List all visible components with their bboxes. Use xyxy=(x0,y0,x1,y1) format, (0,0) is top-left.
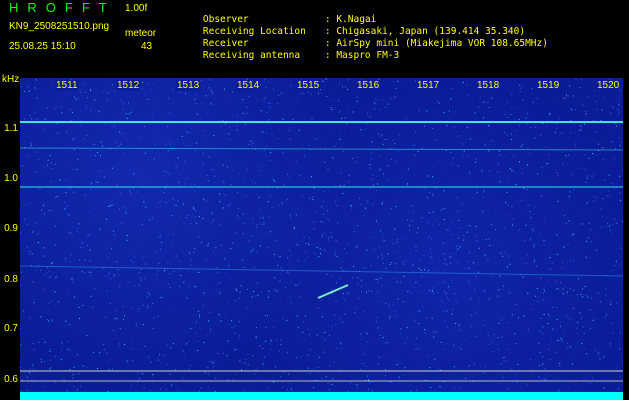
mode-label: meteor xyxy=(125,28,157,39)
x-tick: 1520 xyxy=(596,80,621,91)
header-panel: HROFFT 1.00f KN9_2508251510.png meteor 2… xyxy=(0,0,629,75)
app-name: HROFFT xyxy=(9,0,116,15)
x-tick: 1513 xyxy=(176,80,201,91)
y-tick: 1.0 xyxy=(4,173,18,184)
detection-count: 43 xyxy=(141,41,153,52)
noise-layer xyxy=(20,78,623,393)
x-tick: 1518 xyxy=(476,80,501,91)
y-tick: 1.1 xyxy=(4,123,18,134)
x-tick: 1517 xyxy=(416,80,441,91)
app-version: 1.00f xyxy=(125,3,148,14)
info-key: Receiving antenna xyxy=(202,50,301,61)
plot-right-border xyxy=(623,78,629,400)
file-name: KN9_2508251510.png xyxy=(9,21,110,32)
signal-line xyxy=(20,265,623,277)
bottom-band xyxy=(20,392,623,400)
spectrogram-canvas xyxy=(20,78,623,400)
y-tick: 0.9 xyxy=(4,223,18,234)
x-tick: 1515 xyxy=(296,80,321,91)
info-row-antenna: Receiving antenna : Maspro FM-3 xyxy=(180,39,399,72)
x-tick: 1512 xyxy=(116,80,141,91)
y-tick: 0.8 xyxy=(4,274,18,285)
x-tick: 1511 xyxy=(55,80,79,91)
y-tick: 0.6 xyxy=(4,374,18,385)
meteor-echo xyxy=(317,284,349,299)
x-tick: 1519 xyxy=(536,80,561,91)
x-tick: 1516 xyxy=(356,80,381,91)
info-value: : Maspro FM-3 xyxy=(324,50,400,61)
spectrogram-plot xyxy=(20,78,623,400)
y-tick: 0.7 xyxy=(4,323,18,334)
date-time: 25.08.25 15:10 xyxy=(9,41,76,52)
y-axis-unit: kHz xyxy=(2,74,20,85)
x-tick: 1514 xyxy=(236,80,261,91)
